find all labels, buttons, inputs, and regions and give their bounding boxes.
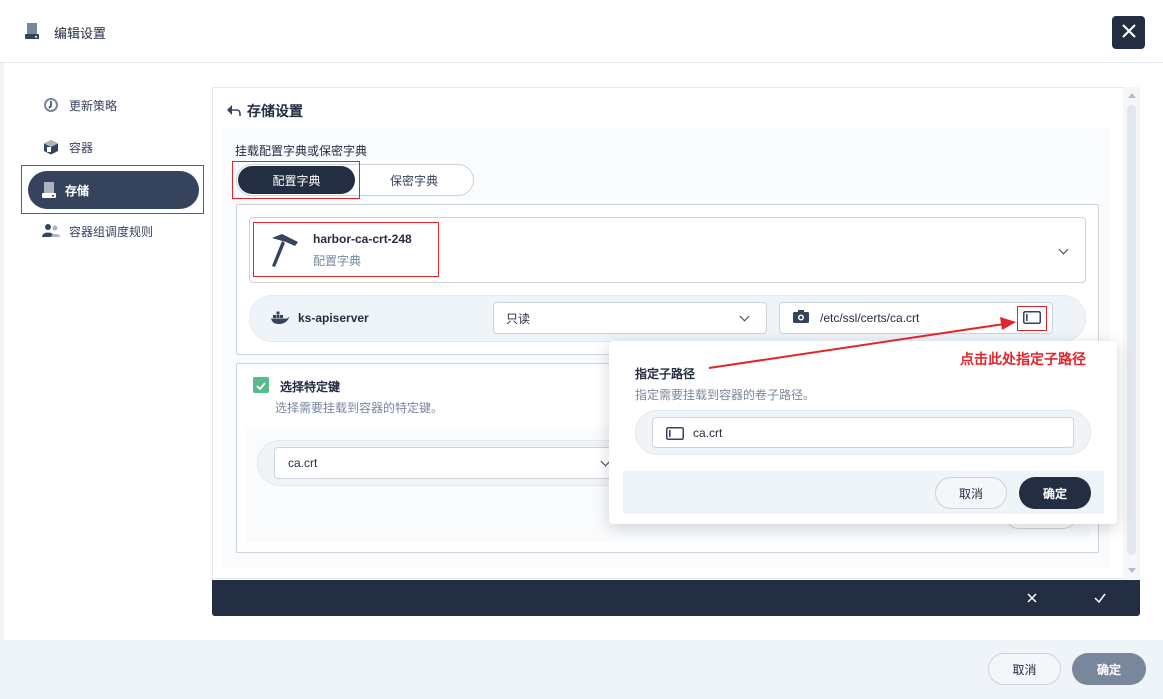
- checkmark-icon: [256, 378, 266, 393]
- sidebar-item-label: 容器: [69, 140, 94, 155]
- container-icon: [42, 138, 60, 156]
- highlight-box-configmap-tab: [232, 161, 360, 199]
- update-strategy-icon: [42, 96, 60, 114]
- specific-keys-checkbox[interactable]: [253, 377, 269, 393]
- terminal-icon: [666, 427, 684, 443]
- popover-description: 指定需要挂载到容器的卷子路径。: [635, 388, 816, 402]
- highlight-box-subpath: [1017, 306, 1047, 331]
- close-icon: [1121, 24, 1136, 41]
- scroll-down-arrow[interactable]: [1128, 568, 1136, 573]
- dialog-header: 编辑设置: [0, 0, 1163, 63]
- sidebar-item-label: 容器组调度规则: [69, 224, 154, 239]
- subpath-value: ca.crt: [693, 425, 723, 440]
- back-arrow-icon[interactable]: [227, 105, 241, 117]
- cancel-button[interactable]: 取消: [988, 653, 1061, 685]
- popover-cancel-button[interactable]: 取消: [935, 477, 1007, 509]
- storage-action-bar: [212, 580, 1140, 616]
- container-name: ks-apiserver: [298, 311, 369, 325]
- mount-label: 挂载配置字典或保密字典: [235, 144, 368, 158]
- annotation-text: 点击此处指定子路径: [960, 351, 1086, 367]
- mount-path-icon: [793, 310, 809, 327]
- docker-icon: [271, 311, 289, 327]
- key-select[interactable]: ca.crt: [274, 447, 618, 479]
- popover-ok-button[interactable]: 确定: [1019, 477, 1091, 509]
- sidebar-item-label: 更新策略: [69, 98, 118, 113]
- chevron-down-icon: [1058, 244, 1069, 255]
- scheduling-icon: [42, 222, 60, 240]
- sidebar-item-update-strategy[interactable]: 更新策略: [42, 95, 117, 115]
- subpath-input[interactable]: ca.crt: [652, 417, 1074, 448]
- section-title-text: 存储设置: [247, 103, 303, 119]
- ok-button[interactable]: 确定: [1072, 653, 1146, 685]
- popover-title: 指定子路径: [635, 367, 696, 381]
- highlight-box-storage: [21, 165, 204, 214]
- storage-icon: [25, 22, 39, 43]
- specific-keys-title: 选择特定键: [280, 380, 341, 394]
- sidebar-item-container[interactable]: 容器: [42, 137, 93, 157]
- chevron-down-icon: [739, 311, 750, 322]
- mount-path-value: /etc/ssl/certs/ca.crt: [820, 311, 920, 325]
- access-mode-select[interactable]: 只读: [493, 302, 767, 334]
- scroll-thumb[interactable]: [1127, 105, 1136, 555]
- scroll-up-arrow[interactable]: [1128, 93, 1136, 98]
- section-title: 存储设置: [227, 101, 303, 121]
- highlight-box-configmap: [253, 222, 439, 277]
- access-mode-value: 只读: [506, 311, 531, 326]
- dialog-title: 编辑设置: [54, 26, 107, 41]
- specific-keys-description: 选择需要挂载到容器的特定键。: [275, 401, 444, 415]
- sidebar-item-scheduling[interactable]: 容器组调度规则: [42, 221, 153, 241]
- cancel-storage-icon[interactable]: [1025, 590, 1039, 609]
- mount-path-input[interactable]: /etc/ssl/certs/ca.crt: [779, 302, 1053, 334]
- key-select-value: ca.crt: [288, 456, 318, 470]
- confirm-storage-icon[interactable]: [1093, 590, 1107, 609]
- scrollbar[interactable]: [1123, 87, 1140, 579]
- tab-secret[interactable]: 保密字典: [357, 166, 471, 194]
- close-button[interactable]: [1112, 16, 1145, 49]
